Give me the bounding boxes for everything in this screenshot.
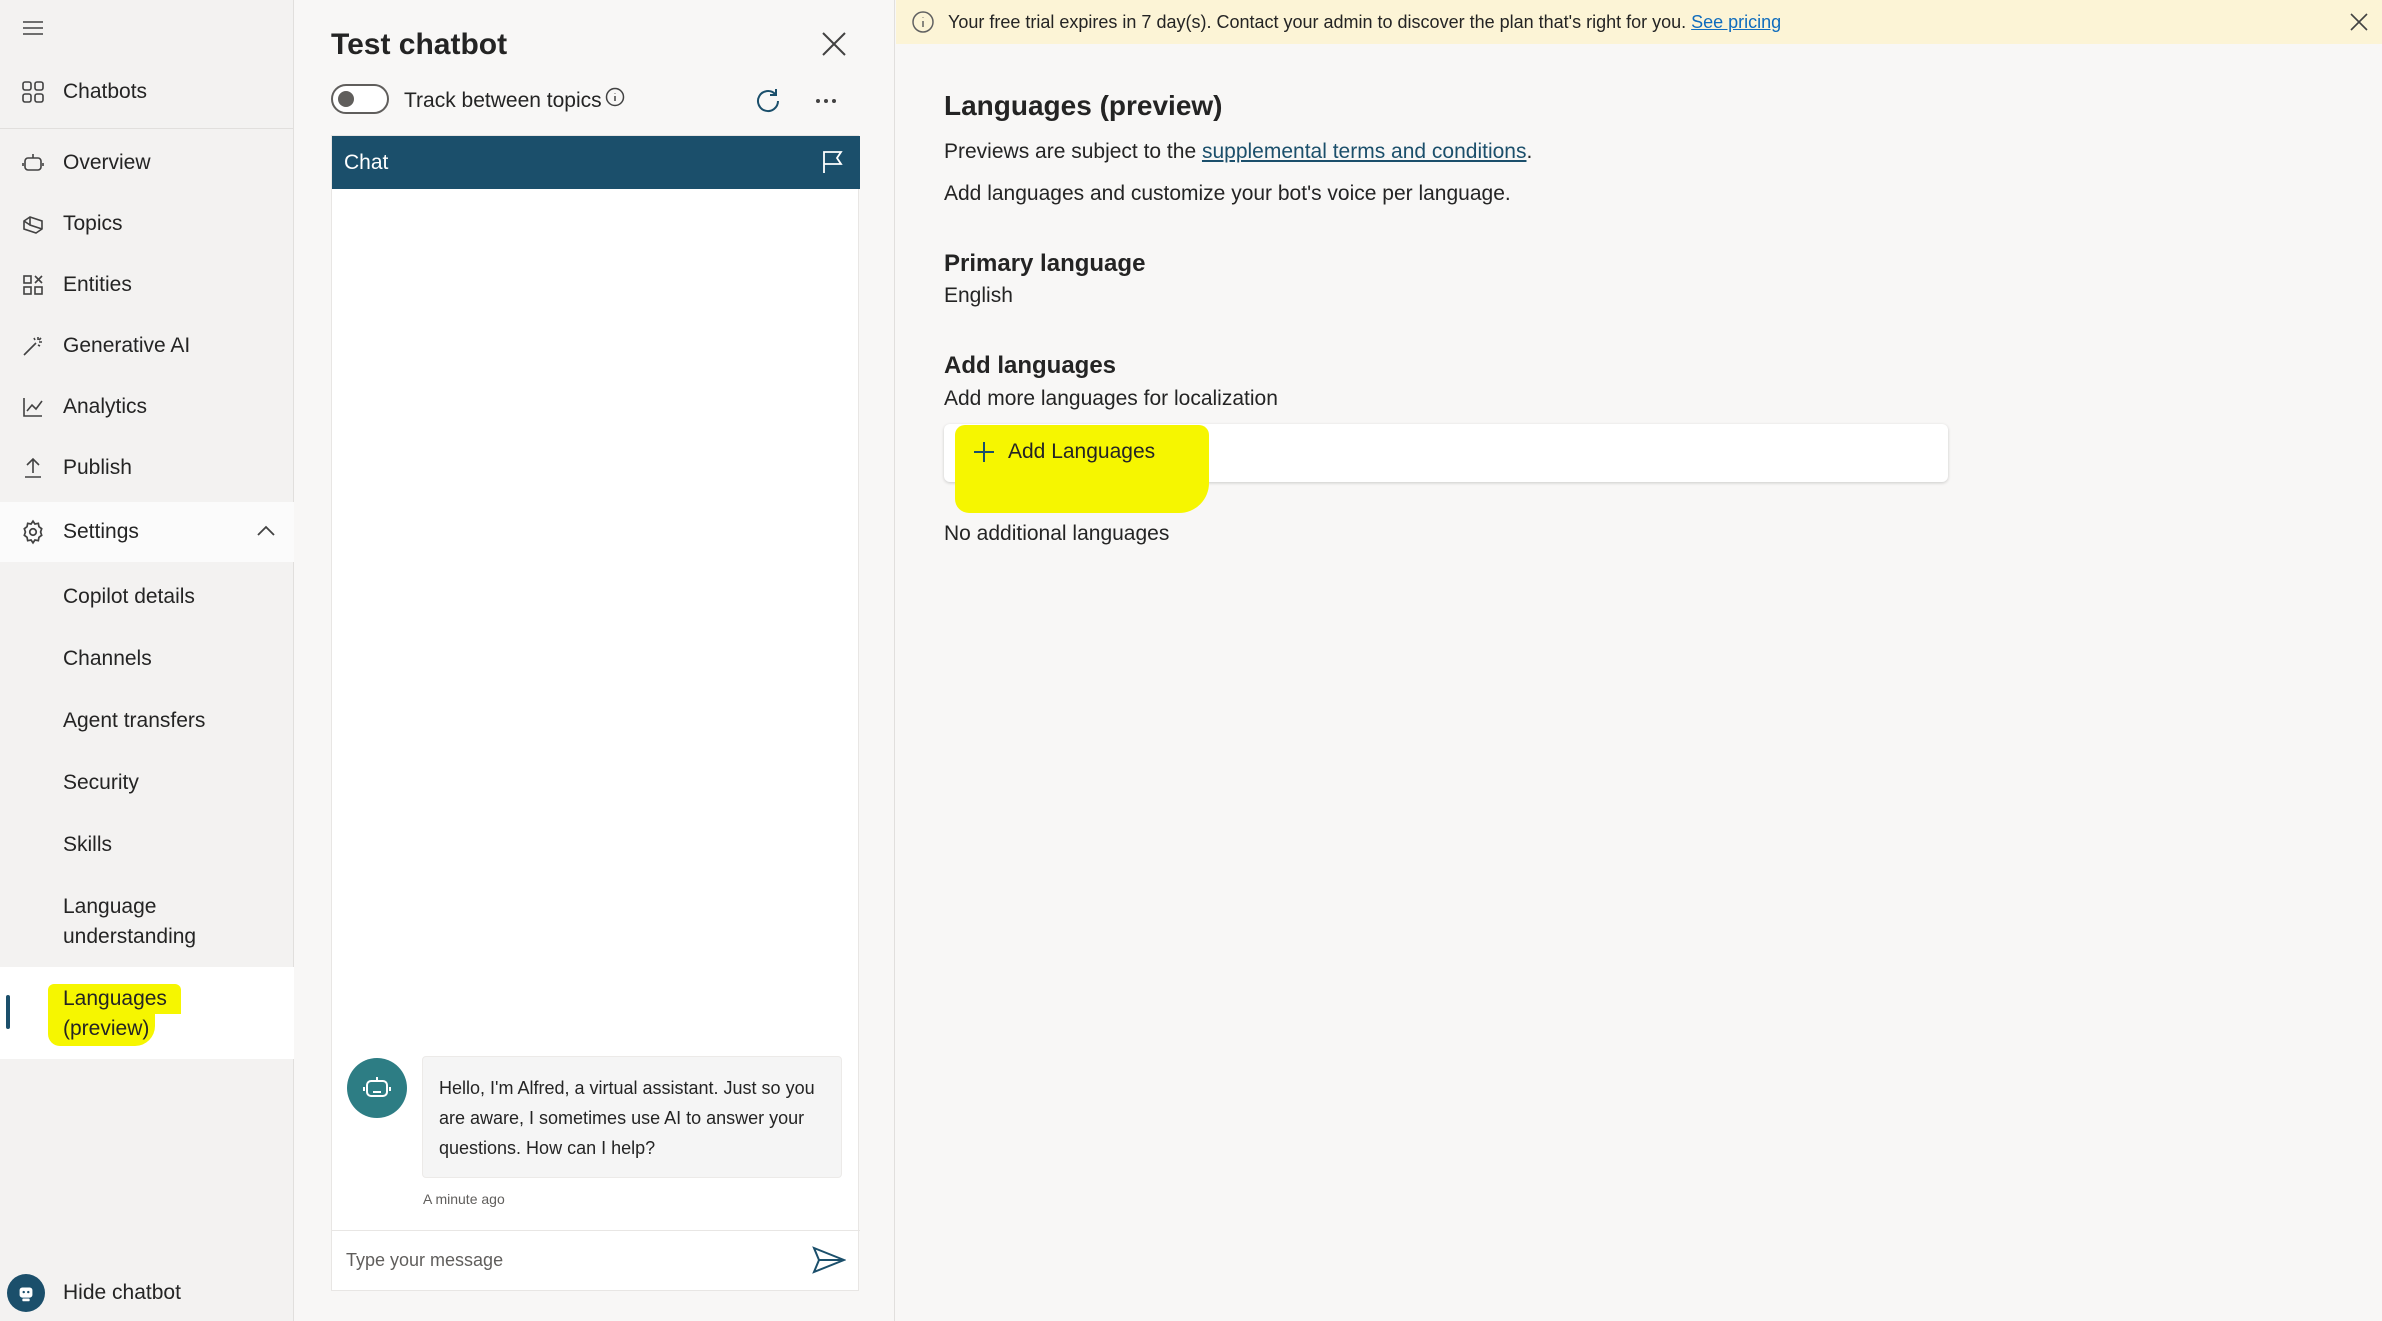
hide-chatbot-label: Hide chatbot (63, 1281, 181, 1304)
nav-item-label: Chatbots (63, 80, 148, 103)
topics-icon (18, 209, 48, 239)
hamburger-menu-button[interactable] (0, 0, 294, 56)
nav-item-publish[interactable]: Publish (0, 440, 294, 496)
nav-item-chatbots[interactable]: Chatbots (0, 64, 294, 120)
trial-message: Your free trial expires in 7 day(s). Con… (948, 12, 1692, 32)
add-languages-button[interactable]: Add Languages (972, 435, 1155, 469)
left-navigation: Chatbots Overview Topics Entities Genera… (0, 0, 294, 1321)
primary-language-heading: Primary language (944, 250, 1146, 277)
track-topics-label: Track between topics (404, 89, 602, 112)
nav-item-label: Publish (63, 456, 132, 479)
close-icon[interactable] (820, 30, 848, 58)
main-content: Your free trial expires in 7 day(s). Con… (896, 0, 2382, 1321)
flag-icon[interactable] (820, 149, 846, 175)
nav-divider (0, 128, 294, 129)
see-pricing-link[interactable]: See pricing (1691, 12, 1781, 32)
sub-item-channels[interactable]: Channels (63, 644, 152, 674)
add-languages-description: Add more languages for localization (944, 387, 1278, 410)
primary-language-value: English (944, 284, 1013, 307)
page-title: Languages (preview) (944, 90, 1223, 121)
message-input[interactable] (332, 1231, 802, 1289)
sub-item-skills[interactable]: Skills (63, 830, 112, 860)
bot-avatar (347, 1058, 407, 1118)
bot-avatar-icon (7, 1274, 45, 1312)
nav-item-label: Analytics (63, 395, 148, 418)
message-timestamp: A minute ago (423, 1191, 505, 1207)
plus-icon (974, 442, 994, 462)
chat-header: Chat (332, 136, 860, 189)
panel-title: Test chatbot (331, 28, 508, 61)
sub-item-copilot-details[interactable]: Copilot details (63, 582, 195, 612)
track-topics-toggle[interactable] (331, 84, 389, 114)
sub-item-label-line1: Languages (48, 984, 181, 1014)
send-icon[interactable] (812, 1246, 847, 1274)
more-options-icon[interactable] (813, 90, 839, 112)
add-languages-heading: Add languages (944, 352, 1117, 379)
sub-item-label-line1: Language (63, 895, 157, 918)
chat-window: Chat Hello, I'm Alfred, a virtual assist… (331, 135, 860, 1291)
upload-icon (18, 453, 48, 483)
sub-item-agent-transfers[interactable]: Agent transfers (63, 706, 205, 736)
sub-item-security[interactable]: Security (63, 768, 139, 798)
nav-item-entities[interactable]: Entities (0, 257, 294, 313)
preview-notice: Previews are subject to the supplemental… (944, 140, 1532, 164)
nav-item-label: Entities (63, 273, 132, 296)
page-description: Add languages and customize your bot's v… (944, 182, 1511, 205)
add-languages-toolbar: Add Languages (944, 424, 1948, 513)
chart-line-icon (18, 392, 48, 422)
hamburger-icon (18, 13, 48, 43)
nav-item-label: Generative AI (63, 334, 191, 357)
close-icon[interactable] (2349, 12, 2369, 32)
chat-header-label: Chat (344, 151, 389, 174)
nav-item-label: Overview (63, 151, 151, 174)
bot-message-bubble: Hello, I'm Alfred, a virtual assistant. … (422, 1056, 842, 1178)
entities-icon (18, 270, 48, 300)
sub-item-label-line2: understanding (63, 925, 197, 948)
refresh-icon[interactable] (753, 86, 783, 116)
info-icon[interactable] (605, 87, 625, 107)
trial-banner: Your free trial expires in 7 day(s). Con… (896, 0, 2382, 44)
preview-suffix: . (1526, 140, 1533, 163)
sub-item-languages-label[interactable]: Languages (preview) (48, 984, 181, 1046)
sub-item-language-understanding[interactable]: Language understanding (63, 892, 196, 952)
nav-item-label: Topics (63, 212, 123, 235)
nav-item-topics[interactable]: Topics (0, 196, 294, 252)
empty-state-text: No additional languages (944, 522, 1170, 545)
sub-item-label-line2: (preview) (48, 1014, 156, 1046)
grid-icon (18, 77, 48, 107)
nav-item-overview[interactable]: Overview (0, 135, 294, 191)
gear-icon (18, 517, 48, 547)
test-chatbot-panel: Test chatbot Track between topics Chat H… (295, 0, 895, 1321)
hide-chatbot-button[interactable]: Hide chatbot (0, 1268, 294, 1318)
nav-item-analytics[interactable]: Analytics (0, 379, 294, 435)
magic-wand-icon (18, 331, 48, 361)
nav-item-generative-ai[interactable]: Generative AI (0, 318, 294, 374)
nav-item-label: Settings (63, 520, 139, 543)
active-indicator (6, 995, 10, 1029)
terms-link[interactable]: supplemental terms and conditions (1202, 140, 1527, 163)
bot-icon (18, 148, 48, 178)
preview-prefix: Previews are subject to the (944, 140, 1202, 163)
add-languages-label: Add Languages (1008, 440, 1156, 463)
toggle-knob (338, 91, 354, 107)
chevron-up-icon[interactable] (255, 520, 277, 548)
nav-item-settings[interactable]: Settings (0, 502, 294, 562)
trial-banner-text: Your free trial expires in 7 day(s). Con… (948, 12, 1781, 33)
info-icon (911, 10, 935, 34)
